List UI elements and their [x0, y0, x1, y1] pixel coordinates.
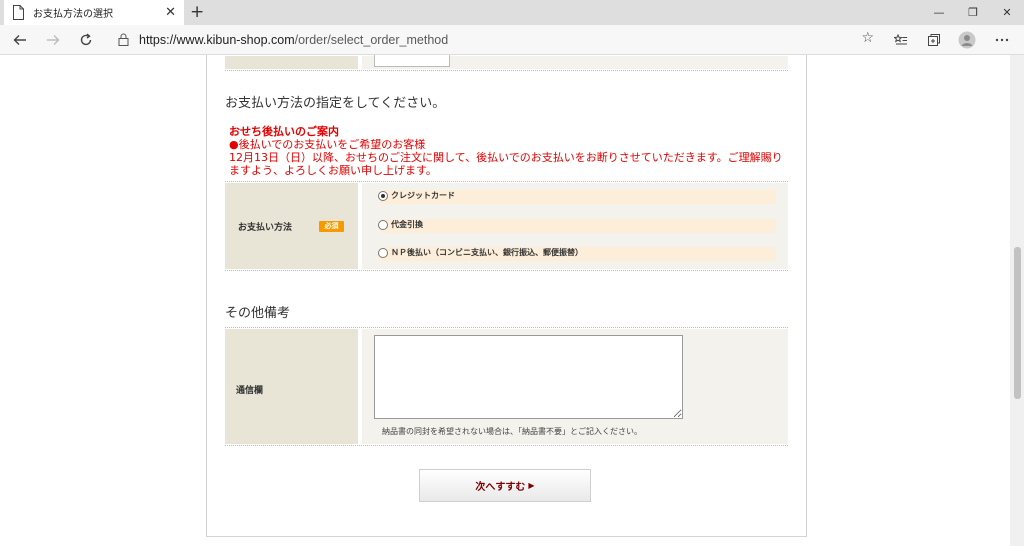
payment-notice: おせち後払いのご案内 ●後払いでのお支払いをご希望のお客様 12月13日（日）以…: [229, 125, 789, 177]
remarks-note: 納品書の同封を希望されない場合は、「納品書不要」とご記入ください。: [382, 427, 642, 436]
star-icon[interactable]: ☆: [861, 30, 874, 46]
notice-line: ●後払いでのお支払いをご希望のお客様: [229, 138, 426, 151]
option-label: ＮＰ後払い（コンビニ支払い、銀行振込、郵便振替）: [391, 248, 583, 257]
divider: [225, 445, 788, 446]
order-form-container: お支払い方法の指定をしてください。 おせち後払いのご案内 ●後払いでのお支払いを…: [206, 55, 807, 537]
collections-icon[interactable]: [923, 29, 945, 51]
radio-np-atobarai[interactable]: [378, 248, 388, 258]
browser-toolbar: https://www.kibun-shop.com/order/select_…: [0, 25, 1024, 55]
refresh-button[interactable]: [75, 29, 97, 51]
next-button[interactable]: 次へすすむ ▶: [419, 469, 591, 502]
tab-close-icon[interactable]: ✕: [165, 6, 176, 19]
url-path: /order/select_order_method: [294, 32, 449, 47]
payment-heading: お支払い方法の指定をしてください。: [225, 96, 446, 111]
lock-icon[interactable]: [118, 33, 129, 46]
back-button[interactable]: [9, 29, 31, 51]
option-label: クレジットカード: [391, 191, 455, 200]
payment-option-cod[interactable]: 代金引換: [378, 219, 776, 233]
payment-option-credit-card[interactable]: クレジットカード: [378, 190, 776, 204]
remarks-heading: その他備考: [225, 306, 291, 321]
restore-button[interactable]: ❐: [956, 0, 990, 25]
tab-bar: お支払方法の選択 ✕ + — ❐ ✕: [0, 0, 1024, 25]
remarks-label: 通信欄: [236, 386, 264, 396]
radio-credit-card[interactable]: [378, 191, 388, 201]
divider: [225, 270, 788, 271]
next-button-label: 次へすすむ: [475, 482, 526, 493]
favorites-icon[interactable]: [890, 29, 912, 51]
previous-row-label-cell: [225, 56, 358, 69]
payment-option-np-atobarai[interactable]: ＮＰ後払い（コンビニ支払い、銀行振込、郵便振替）: [378, 247, 776, 261]
forward-button[interactable]: [42, 29, 64, 51]
address-bar[interactable]: https://www.kibun-shop.com/order/select_…: [110, 27, 880, 52]
page-viewport: お支払い方法の指定をしてください。 おせち後払いのご案内 ●後払いでのお支払いを…: [0, 55, 1024, 546]
more-menu-icon[interactable]: [991, 29, 1013, 51]
previous-row-field[interactable]: [374, 55, 450, 67]
option-label: 代金引換: [391, 220, 423, 229]
payment-method-options: クレジットカード 代金引換 ＮＰ後払い（コンビニ支払い、銀行振込、郵便振替）: [362, 183, 788, 269]
close-window-button[interactable]: ✕: [990, 0, 1024, 25]
payment-method-row: お支払い方法 必須 クレジットカード 代金引換 ＮＰ後払い（コンビニ支払い、銀行…: [225, 181, 788, 271]
url-text[interactable]: https://www.kibun-shop.com/order/select_…: [139, 33, 448, 47]
payment-method-label: お支払い方法: [238, 223, 293, 233]
required-badge: 必須: [319, 221, 344, 232]
page-icon: [12, 5, 25, 20]
remarks-label-cell: 通信欄: [225, 329, 358, 444]
play-arrow-icon: ▶: [528, 481, 535, 490]
scrollbar-thumb[interactable]: [1014, 247, 1021, 399]
notice-title: おせち後払いのご案内: [229, 125, 339, 138]
previous-form-row: [225, 55, 788, 71]
notice-line: 12月13日（日）以降、おせちのご注文に関して、後払いでのお支払いをお断りさせて…: [229, 151, 783, 177]
divider: [225, 70, 788, 71]
profile-avatar[interactable]: [956, 29, 978, 51]
minimize-button[interactable]: —: [922, 0, 956, 25]
browser-tab[interactable]: お支払方法の選択 ✕: [4, 0, 184, 25]
previous-row-value-cell: [362, 55, 788, 69]
payment-method-label-cell: お支払い方法 必須: [225, 183, 358, 269]
url-host: https://www.kibun-shop.com: [139, 32, 295, 47]
divider: [225, 327, 788, 328]
radio-cod[interactable]: [378, 220, 388, 230]
divider: [225, 181, 788, 182]
remarks-textarea[interactable]: [374, 335, 683, 419]
tab-title: お支払方法の選択: [33, 9, 113, 20]
new-tab-button[interactable]: +: [190, 2, 204, 22]
